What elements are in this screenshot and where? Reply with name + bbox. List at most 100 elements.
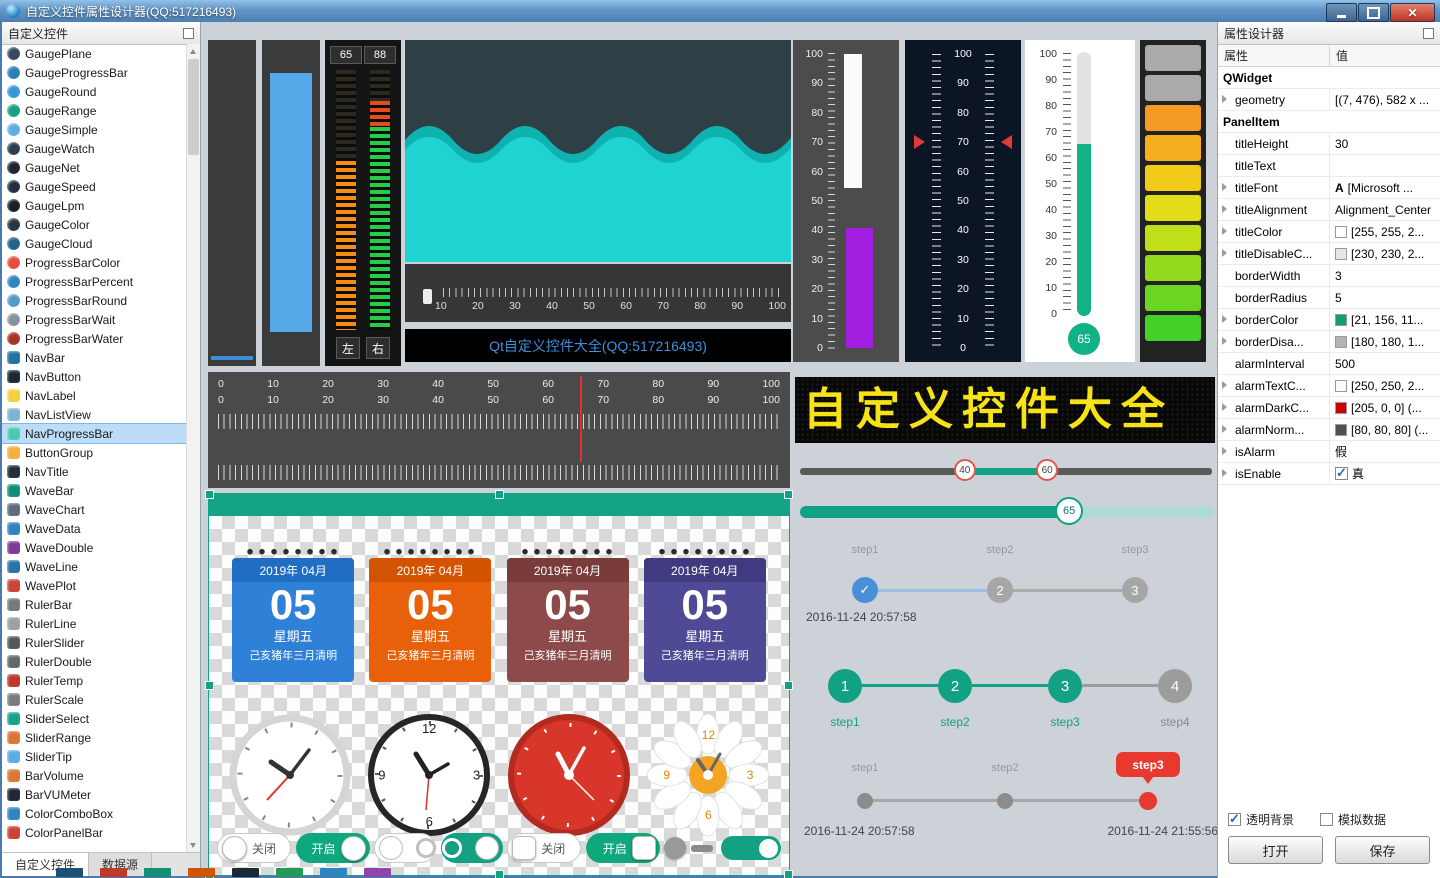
expand-arrow-icon[interactable] [1222,469,1227,477]
widget-list-item[interactable]: WaveBar [2,481,187,500]
toggle-switch[interactable]: 关闭 [507,833,582,863]
property-value-cell[interactable] [1330,155,1440,176]
step-dot-active[interactable] [1139,792,1157,810]
expand-arrow-icon[interactable] [1222,425,1227,433]
expand-arrow-icon[interactable] [1222,205,1227,213]
expand-arrow-icon[interactable] [1222,337,1227,345]
save-button[interactable]: 保存 [1335,836,1430,864]
calendar-widget[interactable]: 2019年 04月 05 星期五 己亥猪年三月清明 [643,544,766,682]
widget-list-item[interactable]: SliderTip [2,747,187,766]
property-row[interactable]: geometry [(7, 476), 582 x ... [1218,89,1440,111]
step-balloon[interactable]: step3 [1116,752,1180,784]
property-row[interactable]: PanelItem [1218,111,1440,133]
property-row[interactable]: alarmDarkC... [205, 0, 0] (... [1218,397,1440,419]
selection-handle[interactable] [205,490,214,499]
selection-handle[interactable] [784,870,793,878]
progress-slider-widget[interactable]: 65 [800,495,1214,527]
checkbox-unchecked-icon[interactable] [1320,813,1334,826]
analog-clock-white[interactable] [227,712,353,838]
widget-list-item[interactable]: WavePlot [2,576,187,595]
scroll-down-icon[interactable] [190,843,196,848]
property-value-cell[interactable] [1330,111,1440,132]
property-value-cell[interactable]: [21, 156, 11... [1330,309,1440,330]
property-value-cell[interactable]: 假 [1330,441,1440,462]
property-value-cell[interactable]: [255, 255, 2... [1330,221,1440,242]
step-circle-done[interactable]: ✓ [852,577,878,603]
widget-list-item[interactable]: RulerScale [2,690,187,709]
widget-list-item[interactable]: GaugeProgressBar [2,63,187,82]
widget-list-item[interactable]: WaveDouble [2,538,187,557]
widget-list-item[interactable]: SliderSelect [2,709,187,728]
widget-list-item[interactable]: RulerBar [2,595,187,614]
property-value-cell[interactable]: 5 [1330,287,1440,308]
step-circle-inactive[interactable]: 4 [1158,669,1192,703]
progressbar-vertical-blue[interactable] [262,40,320,366]
expand-arrow-icon[interactable] [1222,447,1227,455]
caption-banner[interactable]: Qt自定义控件大全(QQ:517216493) [405,329,791,362]
widget-list-item[interactable]: ColorComboBox [2,804,187,823]
checkbox-icon[interactable] [1335,465,1348,481]
widget-list-item[interactable]: GaugeSimple [2,120,187,139]
widget-list-item[interactable]: BarVUMeter [2,785,187,804]
widget-list-item[interactable]: NavLabel [2,386,187,405]
widget-list-item[interactable]: RulerTemp [2,671,187,690]
property-value-cell[interactable]: 500 [1330,353,1440,374]
widget-list-item[interactable]: RulerDouble [2,652,187,671]
expand-arrow-icon[interactable] [1222,249,1227,257]
property-row[interactable]: titleDisableC... [230, 230, 2... [1218,243,1440,265]
property-value-cell[interactable]: [80, 80, 80] (... [1330,419,1440,440]
dock-icon[interactable] [183,27,194,39]
widget-list-item[interactable]: GaugeSpeed [2,177,187,196]
property-value-cell[interactable]: [250, 250, 2... [1330,375,1440,396]
widget-list-item[interactable]: ProgressBarWater [2,329,187,348]
checkbox-checked-icon[interactable] [1228,811,1241,827]
widget-list-item[interactable]: GaugeRange [2,101,187,120]
step-progress-widget-3[interactable]: step1 step2 step3 2016-11-24 20:57:58 20… [800,752,1218,844]
property-row[interactable]: borderWidth 3 [1218,265,1440,287]
property-value-cell[interactable]: 30 [1330,133,1440,154]
calendar-widget[interactable]: 2019年 04月 05 星期五 己亥猪年三月清明 [369,544,492,682]
widget-list-item[interactable]: GaugeNet [2,158,187,177]
widget-list-item[interactable]: BarVolume [2,766,187,785]
selection-handle[interactable] [495,490,504,499]
property-row[interactable]: titleText [1218,155,1440,177]
ruler-slider-handle[interactable] [423,289,432,304]
property-value-cell[interactable]: 真 [1330,463,1440,484]
expand-arrow-icon[interactable] [1222,183,1227,191]
slider-handle-low[interactable]: 40 [953,459,976,481]
analog-clock-numbered[interactable]: 12 3 6 9 [366,712,492,838]
widget-list-item[interactable]: SliderRange [2,728,187,747]
transparent-bg-option[interactable]: 透明背景 [1228,811,1294,828]
sidebar-scrollbar[interactable] [186,44,200,853]
expand-arrow-icon[interactable] [1222,227,1227,235]
property-row[interactable]: borderRadius 5 [1218,287,1440,309]
property-row[interactable]: titleHeight 30 [1218,133,1440,155]
toggle-switch[interactable] [664,833,716,863]
thermometer-widget[interactable]: 100 90 80 70 60 50 40 30 20 10 0 65 [1025,40,1135,362]
widget-list-item[interactable]: WaveData [2,519,187,538]
step-circle[interactable]: 1 [828,669,862,703]
range-slider-widget[interactable]: 40 60 [800,455,1212,487]
property-row[interactable]: titleAlignment Alignment_Center [1218,199,1440,221]
property-value-cell[interactable]: [230, 230, 2... [1330,243,1440,264]
close-button[interactable]: ✕ [1390,3,1435,22]
toggle-switch[interactable] [440,833,503,863]
widget-list-item[interactable]: WaveLine [2,557,187,576]
expand-arrow-icon[interactable] [1222,95,1227,103]
property-row[interactable]: isAlarm 假 [1218,441,1440,463]
expand-arrow-icon[interactable] [1222,403,1227,411]
widget-list-item[interactable]: NavButton [2,367,187,386]
property-value-cell[interactable]: 3 [1330,265,1440,286]
title-bar[interactable]: 自定义控件属性设计器(QQ:517216493) ✕ [0,0,1440,22]
maximize-button[interactable] [1358,3,1389,22]
slider-handle-high[interactable]: 60 [1036,459,1059,481]
widget-list-item[interactable]: ProgressBarRound [2,291,187,310]
property-value-cell[interactable]: [205, 0, 0] (... [1330,397,1440,418]
selection-handle[interactable] [495,870,504,878]
toggle-switch[interactable]: 开启 [585,833,660,863]
widget-list-item[interactable]: WaveChart [2,500,187,519]
property-row[interactable]: alarmNorm... [80, 80, 80] (... [1218,419,1440,441]
progressbar-vertical-empty[interactable] [208,40,256,366]
step-circle[interactable]: 2 [938,669,972,703]
expand-arrow-icon[interactable] [1222,315,1227,323]
